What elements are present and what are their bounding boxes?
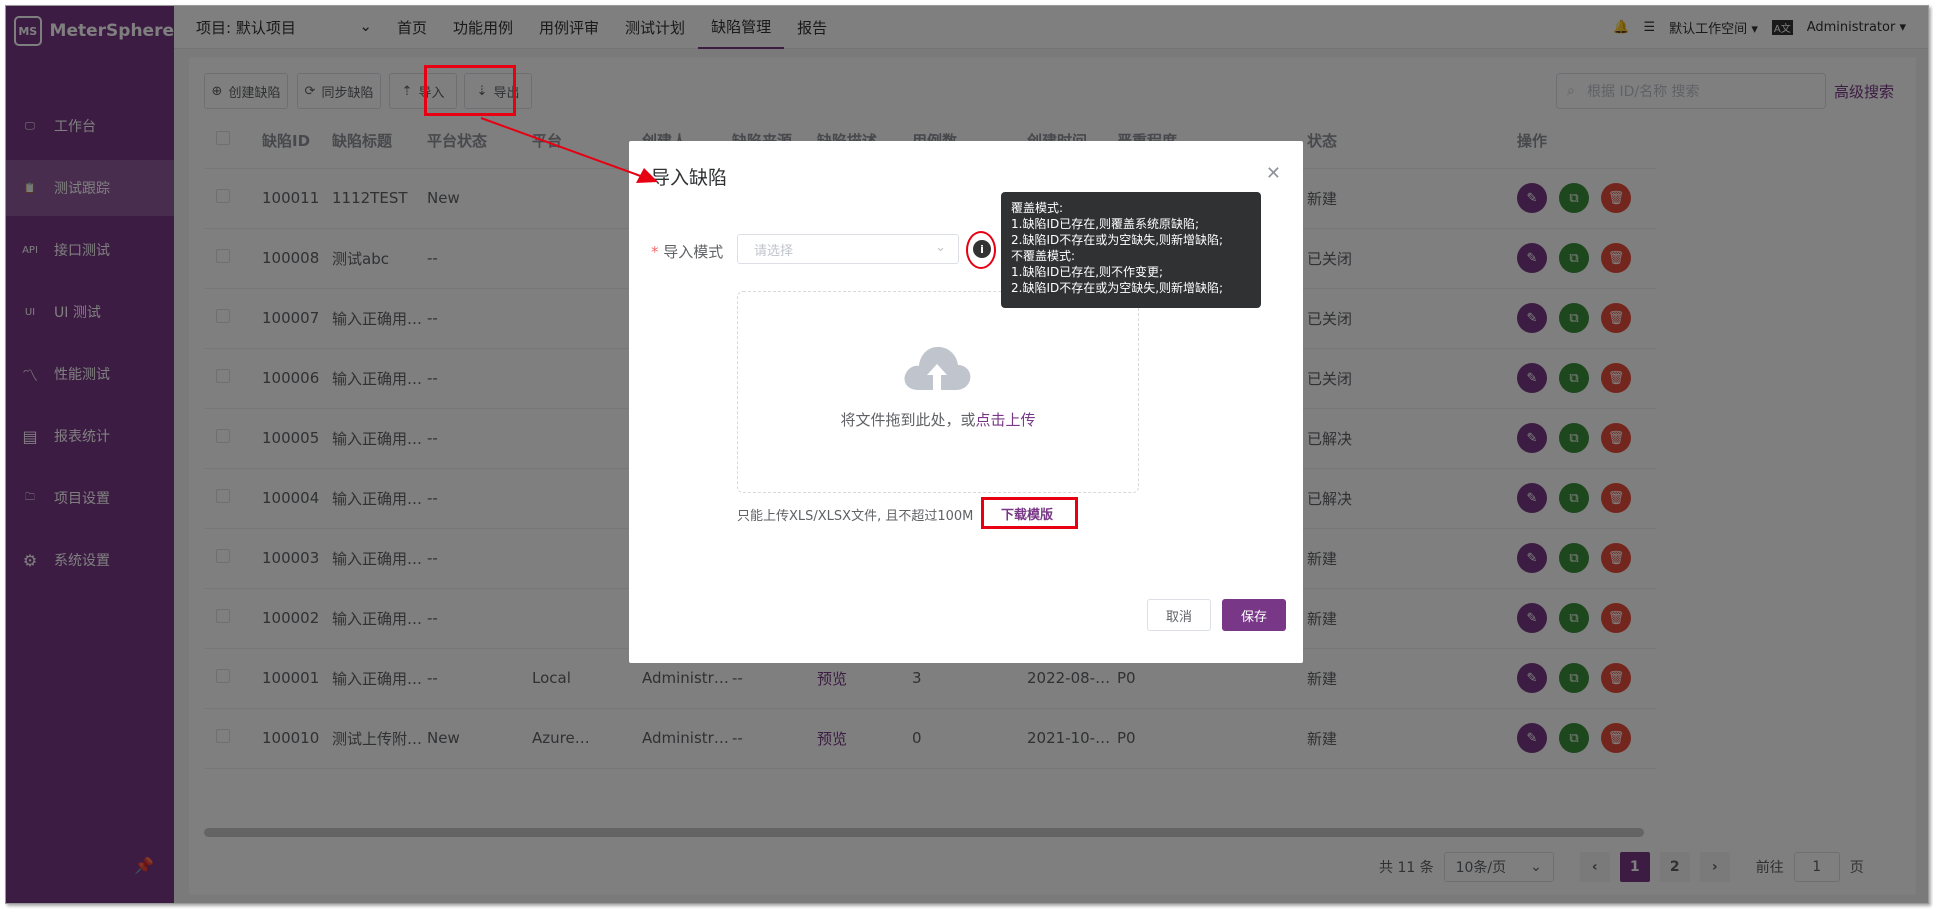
upload-hint: 将文件拖到此处，或点击上传 <box>738 409 1138 430</box>
close-icon[interactable]: ✕ <box>1266 163 1281 184</box>
import-mode-select[interactable]: 请选择 ⌄ <box>737 234 959 264</box>
cancel-button[interactable]: 取消 <box>1147 599 1211 631</box>
import-mode-label: * 导入模式 <box>651 243 724 261</box>
tooltip-line: 不覆盖模式: <box>1011 249 1076 263</box>
import-highlight-box <box>424 65 516 116</box>
tooltip-line: 1.缺陷ID已存在,则不作变更; <box>1011 265 1164 279</box>
upload-tip: 只能上传XLS/XLSX文件, 且不超过100M <box>737 509 974 524</box>
tooltip-line: 覆盖模式: <box>1011 201 1064 215</box>
tooltip-line: 2.缺陷ID不存在或为空缺失,则新增缺陷; <box>1011 233 1224 247</box>
app-window: MS MeterSphere 🖵工作台📋测试跟踪API接口测试UIUI 测试〽性… <box>5 5 1929 904</box>
upload-hint-text: 将文件拖到此处，或 <box>840 411 976 429</box>
import-mode-text: 导入模式 <box>663 243 724 261</box>
click-upload-link[interactable]: 点击上传 <box>976 411 1036 429</box>
template-highlight-box <box>981 497 1078 529</box>
save-button[interactable]: 保存 <box>1222 599 1286 631</box>
import-mode-tooltip: 覆盖模式: 1.缺陷ID已存在,则覆盖系统原缺陷; 2.缺陷ID不存在或为空缺失,则… <box>1001 192 1261 308</box>
chevron-down-icon: ⌄ <box>935 240 946 255</box>
info-highlight-circle <box>966 231 996 269</box>
upload-cloud-icon <box>904 346 971 390</box>
upload-dropzone[interactable]: 将文件拖到此处，或点击上传 <box>737 291 1139 493</box>
import-mode-placeholder: 请选择 <box>754 243 794 259</box>
dialog-title: 导入缺陷 <box>651 167 728 189</box>
tooltip-line: 2.缺陷ID不存在或为空缺失,则新增缺陷; <box>1011 281 1224 295</box>
tooltip-line: 1.缺陷ID已存在,则覆盖系统原缺陷; <box>1011 217 1200 231</box>
